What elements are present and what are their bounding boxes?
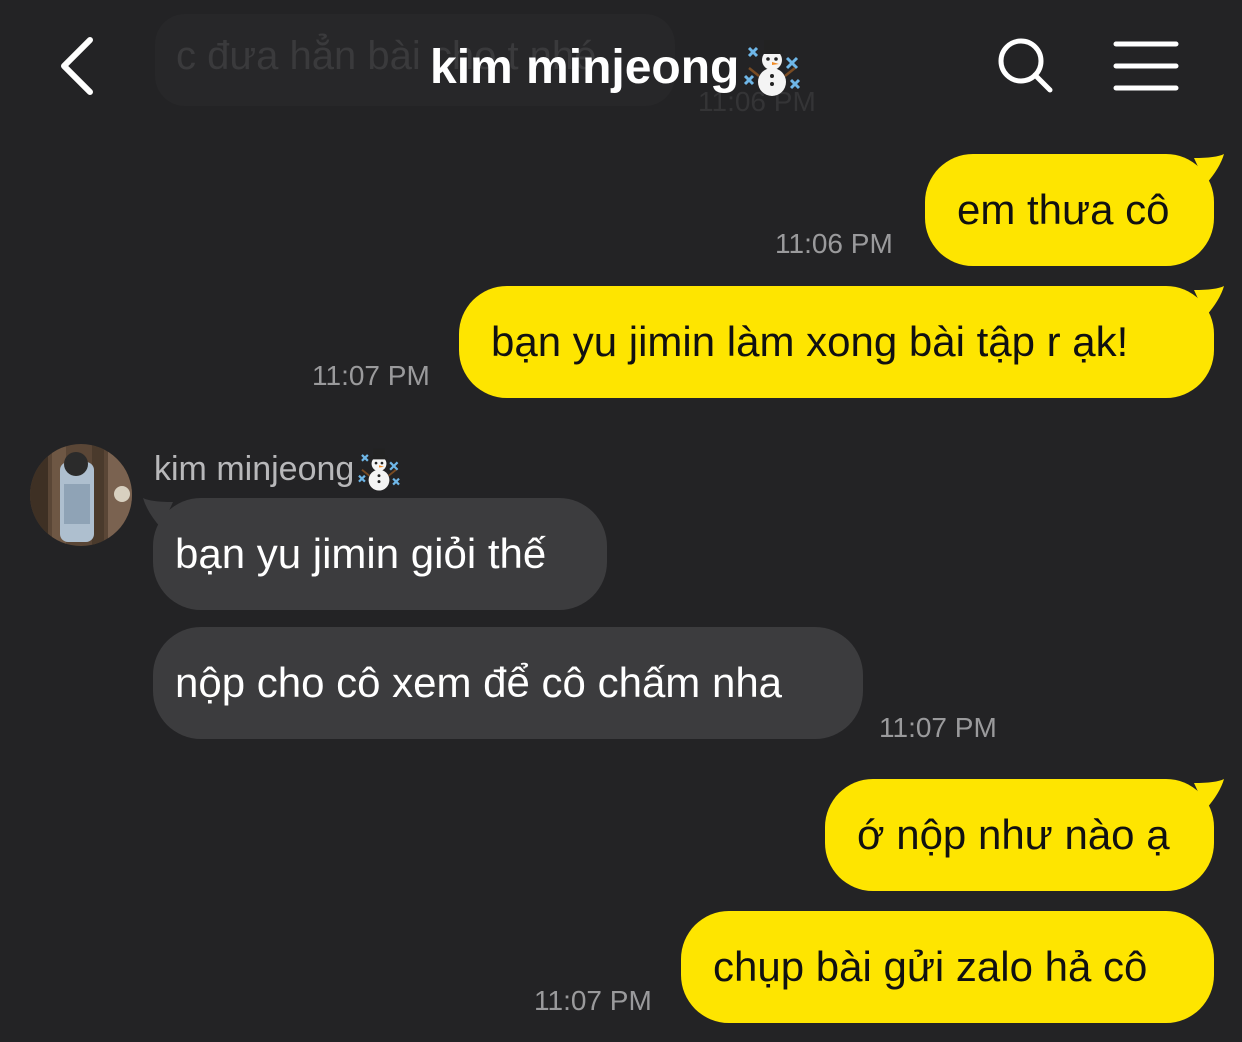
bubble-tail (1194, 154, 1224, 184)
bubble-tail (1194, 779, 1224, 809)
message-timestamp: 11:07 PM (534, 985, 652, 1016)
incoming-message-bubble[interactable]: bạn yu jimin giỏi thế (143, 498, 607, 610)
chat-title-text: kim minjeong (430, 40, 740, 94)
chat-title: kim minjeong (430, 36, 803, 98)
hamburger-menu-icon (1113, 41, 1179, 91)
sender-name-text: kim minjeong (154, 449, 355, 488)
message-text: chụp bài gửi zalo hả cô (713, 943, 1148, 990)
outgoing-message-bubble[interactable]: ớ nộp như nào ạ (825, 779, 1224, 891)
message-timestamp: 11:07 PM (312, 360, 430, 391)
message-text: em thưa cô (957, 186, 1170, 233)
message-timestamp: 11:06 PM (775, 228, 893, 259)
chevron-left-icon (61, 37, 93, 95)
search-icon (998, 38, 1053, 93)
outgoing-message-bubble[interactable]: em thưa cô (925, 154, 1224, 266)
avatar-photo (30, 444, 132, 546)
bubble-tail (143, 498, 173, 528)
message-timestamp: 11:07 PM (879, 712, 997, 743)
outgoing-message-bubble[interactable]: chụp bài gửi zalo hả cô (681, 911, 1214, 1023)
bubble-tail (1194, 286, 1224, 316)
menu-button[interactable] (1112, 38, 1180, 94)
back-button[interactable] (48, 30, 108, 102)
outgoing-message-bubble[interactable]: bạn yu jimin làm xong bài tập r ạk! (459, 286, 1224, 398)
message-text: bạn yu jimin làm xong bài tập r ạk! (491, 318, 1129, 365)
chat-header: kim minjeong (0, 0, 1242, 130)
message-text: bạn yu jimin giỏi thế (175, 530, 547, 577)
sender-avatar[interactable] (30, 444, 132, 546)
search-button[interactable] (994, 34, 1058, 98)
message-text: nộp cho cô xem để cô chấm nha (175, 659, 783, 706)
message-text: ớ nộp như nào ạ (857, 811, 1170, 858)
snowman-icon (744, 40, 801, 96)
sender-name: kim minjeong (154, 446, 402, 492)
incoming-message-bubble[interactable]: nộp cho cô xem để cô chấm nha (153, 627, 863, 739)
snowman-icon (358, 448, 401, 491)
